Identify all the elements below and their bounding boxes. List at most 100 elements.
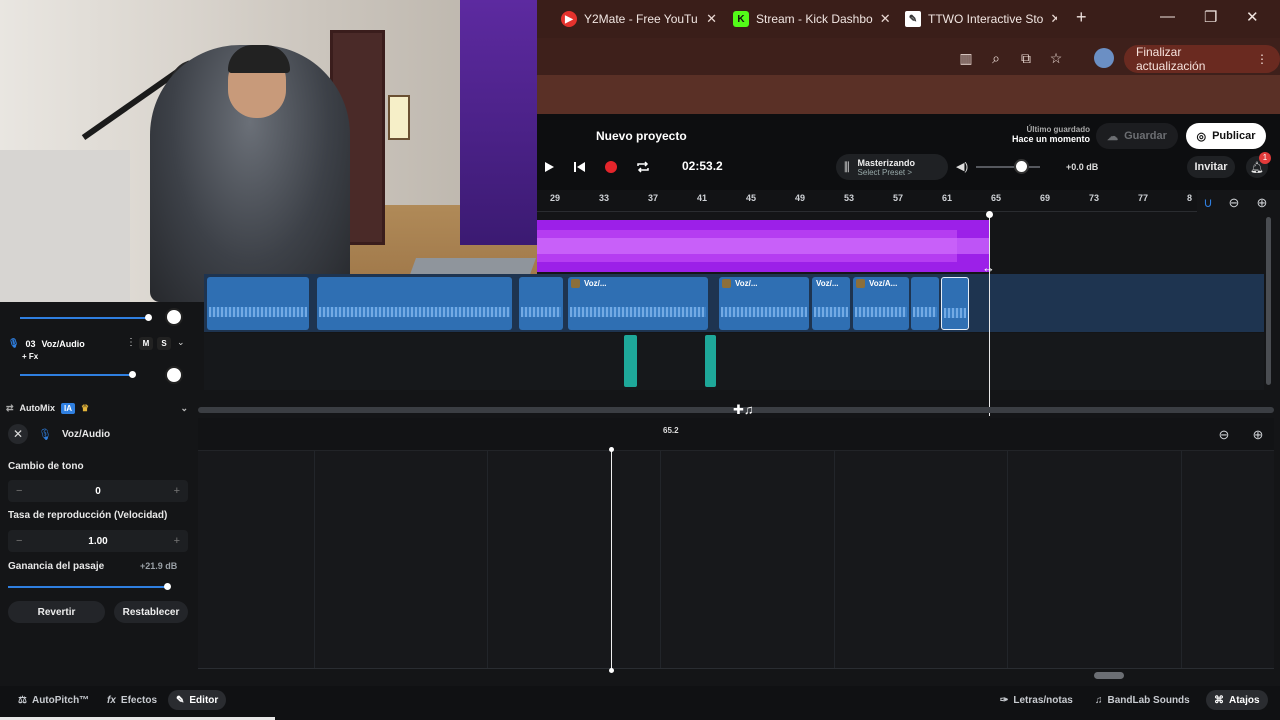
lyrics-button[interactable]: ✑ Letras/notas [1000,690,1073,710]
browser-tab-ttwo[interactable]: ✎ TTWO Interactive Sto ✕ [905,6,1057,32]
gain-slider-knob[interactable] [164,583,171,590]
master-volume-knob[interactable] [1014,159,1029,174]
audio-clip[interactable]: Voz/... [568,277,708,330]
close-editor-button[interactable]: ✕ [8,424,28,444]
minimize-icon[interactable]: — [1160,8,1175,25]
editor-playhead[interactable] [611,449,612,671]
editor-horizontal-scrollbar[interactable] [1094,672,1124,679]
close-icon[interactable]: ✕ [706,11,717,27]
speaker-icon[interactable]: ◀) [956,160,968,173]
audio-clip[interactable] [207,277,309,330]
finalize-update-button[interactable]: Finalizar actualización ⋮ [1124,45,1280,73]
audio-clip[interactable] [519,277,563,330]
autopitch-button[interactable]: ⚖ AutoPitch™ [18,690,89,710]
speed-stepper[interactable]: − 1.00 + [8,530,188,552]
playhead[interactable] [989,214,990,416]
kebab-menu-icon[interactable]: ⋮ [1256,52,1268,66]
track-options-icon[interactable]: ⋮ [126,337,136,348]
bookmark-star-icon[interactable]: ☆ [1048,50,1064,66]
browser-tab-kick[interactable]: K Stream - Kick Dashbo ✕ [733,6,889,32]
audio-clip[interactable]: Voz/... [719,277,809,330]
decrement-button[interactable]: − [16,485,22,497]
track-1-region[interactable] [537,220,989,272]
save-button[interactable]: ☁ Guardar [1096,123,1178,149]
page-top-strip [537,75,1280,114]
track-2-pan-knob[interactable] [165,308,183,326]
record-button[interactable] [600,157,622,177]
invite-button[interactable]: Invitar [1187,156,1235,178]
track-3-pan-knob[interactable] [165,366,183,384]
audio-clip[interactable]: Voz/A... [853,277,909,330]
chevron-down-icon[interactable]: ⌄ [177,337,185,348]
decrement-button[interactable]: − [16,535,22,547]
track-3-volume-slider[interactable] [20,374,132,376]
reset-button[interactable]: Restablecer [114,601,188,623]
gain-slider[interactable] [8,586,168,588]
bandlab-sounds-button[interactable]: ♫ BandLab Sounds [1095,690,1190,710]
revert-button[interactable]: Revertir [8,601,105,623]
grid-line [487,451,488,669]
add-track-icon[interactable]: ✚♫ [733,402,754,418]
solo-button[interactable]: S [157,337,171,350]
pitch-stepper[interactable]: − 0 + [8,480,188,502]
automix-row[interactable]: ⇄ AutoMix IA ♛ ⌄ [0,397,198,419]
close-icon[interactable]: ✕ [1050,11,1057,27]
audio-clip[interactable] [911,277,939,330]
audio-clip-teal[interactable] [705,335,716,387]
publish-button[interactable]: ◎ Publicar [1186,123,1266,149]
profile-avatar[interactable] [1094,48,1114,68]
increment-button[interactable]: + [174,485,180,497]
playhead-handle[interactable] [986,211,993,218]
editor-button[interactable]: ✎ Editor [168,690,227,710]
editor-playhead-handle[interactable] [609,668,614,673]
install-app-icon[interactable]: ⧉ [1018,50,1034,66]
track-3-header[interactable]: 🎙︎ 03 Voz/Audio [8,338,85,349]
audio-clip[interactable]: Voz/... [812,277,850,330]
restore-icon[interactable]: ❐ [1204,8,1217,26]
microphone-icon: 🎙︎ [8,338,20,348]
zoom-in-icon[interactable]: ⊕ [1246,424,1270,446]
pitch-value[interactable]: 0 [95,486,101,497]
editor-canvas[interactable] [198,451,1274,669]
audio-clip-teal[interactable] [624,335,637,387]
new-tab-button[interactable]: + [1076,7,1087,28]
close-window-icon[interactable]: ✕ [1246,8,1259,26]
mastering-button[interactable]: ⫼ Masterizando Select Preset > [836,154,948,180]
mute-button[interactable]: M [139,337,153,350]
add-fx-button[interactable]: + Fx [22,352,38,361]
audio-clip[interactable] [317,277,512,330]
speed-value[interactable]: 1.00 [88,536,107,547]
track-2-volume-slider[interactable] [20,317,148,319]
audio-clip-selected[interactable] [941,277,969,330]
zoom-icon[interactable]: ⌕ [988,50,1004,66]
track-3-number: 03 [25,338,36,349]
play-icon [545,162,554,172]
ruler-tick-label: 45 [746,193,757,203]
ruler-tick-label: 53 [844,193,855,203]
increment-button[interactable]: + [174,535,180,547]
zoom-out-icon[interactable]: ⊖ [1222,192,1246,214]
zoom-in-icon[interactable]: ⊕ [1250,192,1274,214]
browser-tab-y2mate[interactable]: ▶ Y2Mate - Free YouTu ✕ [561,6,717,32]
track-3-volume-knob[interactable] [129,371,136,378]
zoom-out-icon[interactable]: ⊖ [1212,424,1236,446]
track-3-lane[interactable] [204,333,1264,390]
master-volume-slider[interactable] [976,166,1040,168]
editor-playhead-handle[interactable] [609,447,614,452]
tracks-vertical-scrollbar[interactable] [1266,217,1271,385]
play-button[interactable] [538,157,560,177]
track-2-volume-knob[interactable] [145,314,152,321]
chevron-down-icon[interactable]: ⌄ [180,403,188,414]
magnet-icon[interactable]: ∪ [1196,192,1220,214]
reading-mode-icon[interactable]: ▥ [958,50,974,66]
loop-button[interactable] [632,157,654,177]
ruler-tick-label: 73 [1089,193,1100,203]
editor-ruler[interactable] [198,418,1274,451]
skip-back-button[interactable] [568,157,590,177]
project-title[interactable]: Nuevo proyecto [596,129,687,143]
shortcuts-button[interactable]: ⌘ Atajos [1206,690,1268,710]
tab-title: TTWO Interactive Sto [928,12,1044,26]
ruler-tick-label: 29 [550,193,561,203]
close-icon[interactable]: ✕ [880,11,889,27]
effects-button[interactable]: fx Efectos [107,690,157,710]
